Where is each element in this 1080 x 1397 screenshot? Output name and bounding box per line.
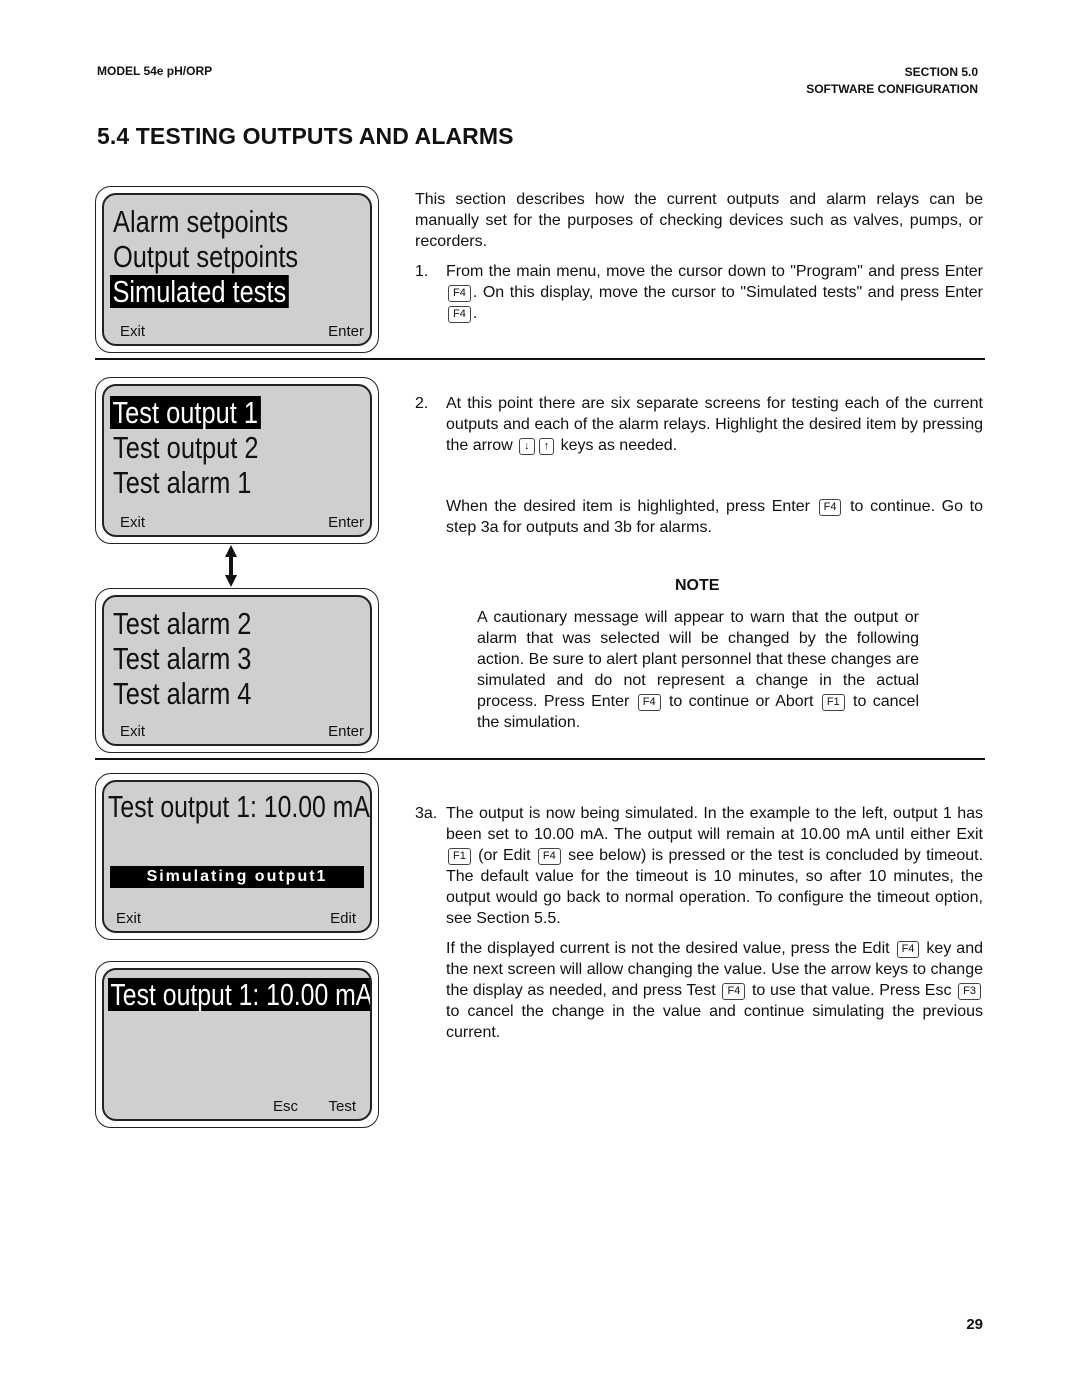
lcd-display: Test output 1: 10.00 mA Esc Test bbox=[102, 968, 372, 1121]
step-body: The output is now being simulated. In th… bbox=[446, 803, 983, 929]
step-number: 1. bbox=[415, 263, 429, 280]
step-text: If the displayed current is not the desi… bbox=[446, 940, 890, 957]
lcd-line: Test alarm 2 bbox=[113, 606, 252, 641]
lcd-display: Test output 1 Test output 2 Test alarm 1… bbox=[102, 384, 372, 537]
step-3a-continuation: If the displayed current is not the desi… bbox=[446, 938, 983, 1043]
section-name: SOFTWARE CONFIGURATION bbox=[806, 82, 978, 96]
lcd-line: Output setpoints bbox=[113, 239, 299, 274]
note-body: A cautionary message will appear to warn… bbox=[477, 607, 919, 733]
step-number: 3a. bbox=[415, 805, 438, 822]
note-title: NOTE bbox=[675, 577, 720, 594]
softkey-exit[interactable]: Exit bbox=[116, 910, 141, 927]
step-text: (or Edit bbox=[478, 847, 531, 864]
status-bar: Simulating output1 bbox=[110, 866, 364, 888]
lcd-line: Test output 1: 10.00 mA bbox=[108, 789, 370, 824]
lcd-display: Test alarm 2 Test alarm 3 Test alarm 4 E… bbox=[102, 595, 372, 746]
step-body: At this point there are six separate scr… bbox=[446, 393, 983, 456]
softkey-exit[interactable]: Exit bbox=[120, 723, 145, 740]
f4-key-icon: F4 bbox=[637, 694, 661, 711]
lcd-line: Test output 2 bbox=[113, 430, 259, 465]
lcd-screen-program-menu: Alarm setpoints Output setpoints Simulat… bbox=[95, 186, 379, 353]
softkey-enter[interactable]: Enter bbox=[328, 723, 364, 740]
lcd-line-highlighted: Test output 1 bbox=[110, 396, 261, 429]
section-number: SECTION 5.0 bbox=[904, 65, 978, 79]
intro-paragraph: This section describes how the current o… bbox=[415, 191, 983, 250]
lcd-display: Test output 1: 10.00 mA Simulating outpu… bbox=[102, 780, 372, 933]
lcd-line: Test alarm 3 bbox=[113, 641, 252, 676]
softkey-enter[interactable]: Enter bbox=[328, 514, 364, 531]
step-text: . bbox=[472, 305, 478, 322]
step-number: 2. bbox=[415, 395, 429, 412]
f4-key-icon: F4 bbox=[722, 983, 746, 1000]
step-text: . On this display, move the cursor to "S… bbox=[472, 284, 983, 301]
lcd-line-highlighted: Test output 1: 10.00 mA bbox=[108, 978, 370, 1011]
section-header: SECTION 5.0 SOFTWARE CONFIGURATION bbox=[806, 64, 978, 98]
step-body: From the main menu, move the cursor down… bbox=[446, 261, 983, 324]
lcd-display: Alarm setpoints Output setpoints Simulat… bbox=[102, 193, 372, 346]
lcd-line: Alarm setpoints bbox=[113, 204, 289, 239]
step-text: keys as needed. bbox=[560, 437, 678, 454]
softkey-esc[interactable]: Esc bbox=[273, 1098, 298, 1115]
note-text: to continue or Abort bbox=[668, 693, 814, 710]
up-down-arrow-icon bbox=[225, 545, 237, 587]
model-header: MODEL 54e pH/ORP bbox=[97, 64, 213, 78]
arrow-up-key-icon: ↑ bbox=[538, 438, 555, 455]
softkey-exit[interactable]: Exit bbox=[120, 514, 145, 531]
divider bbox=[95, 358, 985, 360]
step-text: From the main menu, move the cursor down… bbox=[446, 263, 983, 280]
f4-key-icon: F4 bbox=[448, 285, 471, 302]
f1-key-icon: F1 bbox=[448, 848, 471, 865]
softkey-enter[interactable]: Enter bbox=[328, 323, 364, 340]
lcd-line-highlighted: Simulated tests bbox=[110, 275, 289, 308]
softkey-exit[interactable]: Exit bbox=[120, 323, 145, 340]
step-text: to use that value. Press Esc bbox=[751, 982, 952, 999]
f1-key-icon: F1 bbox=[821, 694, 845, 711]
f4-key-icon: F4 bbox=[896, 941, 920, 958]
arrow-down-key-icon: ↓ bbox=[519, 438, 535, 455]
f4-key-icon: F4 bbox=[448, 306, 471, 323]
step-text: The output is now being simulated. In th… bbox=[446, 805, 983, 843]
step-text: When the desired item is highlighted, pr… bbox=[446, 498, 810, 515]
divider bbox=[95, 758, 985, 760]
step-text: to cancel the change in the value and co… bbox=[446, 1003, 983, 1041]
softkey-test[interactable]: Test bbox=[328, 1098, 356, 1115]
page-number: 29 bbox=[966, 1316, 983, 1333]
lcd-line: Test alarm 4 bbox=[113, 676, 252, 711]
lcd-screen-test-list-1: Test output 1 Test output 2 Test alarm 1… bbox=[95, 377, 379, 544]
lcd-line: Test alarm 1 bbox=[113, 465, 252, 500]
f3-key-icon: F3 bbox=[958, 983, 981, 1000]
lcd-screen-simulating: Test output 1: 10.00 mA Simulating outpu… bbox=[95, 773, 379, 940]
page-title: 5.4 TESTING OUTPUTS AND ALARMS bbox=[97, 123, 514, 149]
f4-key-icon: F4 bbox=[818, 499, 842, 516]
softkey-edit[interactable]: Edit bbox=[330, 910, 356, 927]
lcd-screen-edit-value: Test output 1: 10.00 mA Esc Test bbox=[95, 961, 379, 1128]
step-2-continuation: When the desired item is highlighted, pr… bbox=[446, 496, 983, 538]
f4-key-icon: F4 bbox=[537, 848, 561, 865]
lcd-screen-test-list-2: Test alarm 2 Test alarm 3 Test alarm 4 E… bbox=[95, 588, 379, 753]
